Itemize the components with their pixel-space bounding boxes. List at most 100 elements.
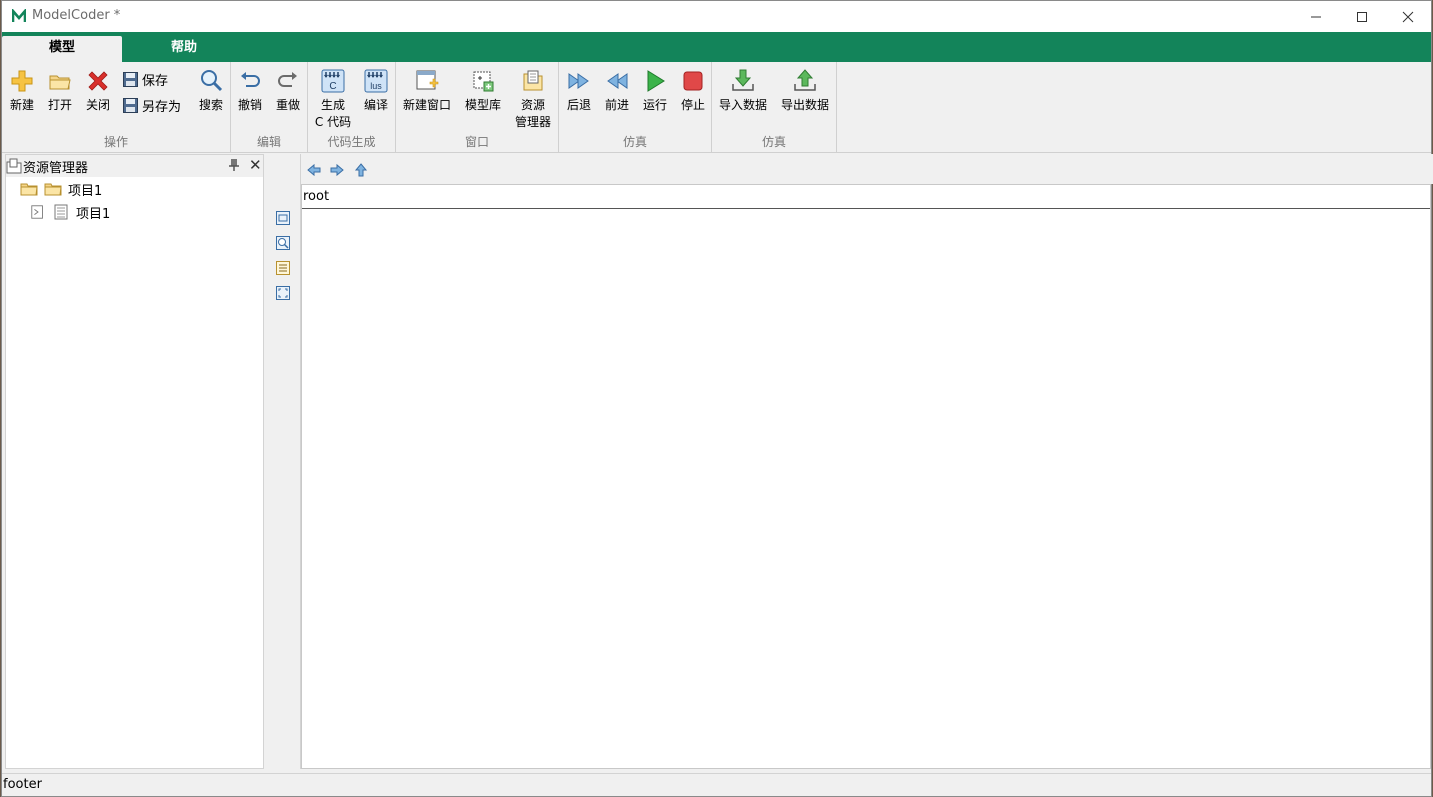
group-window: 新建窗口 模型库 资源 管理器 窗口 bbox=[396, 62, 559, 153]
save-label: 保存 bbox=[142, 73, 169, 89]
export-data-label: 导出数据 bbox=[780, 98, 829, 112]
nav-up-icon[interactable] bbox=[353, 162, 369, 178]
model-library-button[interactable]: 模型库 bbox=[463, 68, 503, 114]
gen-c-label-line1: 生成 bbox=[320, 98, 345, 112]
import-icon bbox=[732, 69, 754, 91]
undo-icon bbox=[241, 72, 260, 87]
folder-open-icon bbox=[49, 75, 71, 90]
gen-c-icon-text: C bbox=[329, 81, 336, 92]
group-simulation: 后退 前进 运行 停止 仿真 bbox=[559, 62, 712, 153]
close-icon bbox=[1402, 11, 1414, 22]
open-label: 打开 bbox=[47, 98, 72, 112]
redo-label: 重做 bbox=[275, 98, 300, 112]
minimize-icon bbox=[1311, 16, 1321, 17]
explorer-button[interactable]: 资源 管理器 bbox=[513, 68, 553, 131]
new-window-label: 新建窗口 bbox=[402, 98, 451, 112]
run-label: 运行 bbox=[642, 98, 667, 112]
tab-help[interactable]: 帮助 bbox=[124, 36, 244, 62]
close-label: 关闭 bbox=[85, 98, 110, 112]
compile-button[interactable]: lus 编译 bbox=[360, 68, 392, 114]
plus-icon bbox=[11, 70, 33, 92]
new-window-button[interactable]: 新建窗口 bbox=[400, 68, 454, 114]
explorer-label-line1: 资源 bbox=[520, 98, 545, 112]
import-data-label: 导入数据 bbox=[718, 98, 767, 112]
group-label-operations: 操作 bbox=[103, 135, 128, 149]
new-window-icon bbox=[416, 70, 439, 90]
generate-c-code-button[interactable]: C 生成 C 代码 bbox=[313, 68, 353, 131]
new-label: 新建 bbox=[9, 98, 34, 112]
undo-button[interactable]: 撤销 bbox=[235, 68, 265, 114]
model-library-label: 模型库 bbox=[464, 98, 501, 112]
nav-back-icon[interactable] bbox=[306, 162, 322, 178]
pin-icon[interactable] bbox=[228, 158, 240, 172]
save-button[interactable]: 保存 bbox=[122, 69, 168, 89]
compile-icon: lus bbox=[364, 69, 388, 93]
export-icon bbox=[794, 69, 816, 91]
generate-c-icon: C bbox=[321, 69, 345, 93]
forward-button[interactable]: 前进 bbox=[601, 68, 633, 114]
save-as-label: 另存为 bbox=[142, 99, 182, 115]
open-button[interactable]: 打开 bbox=[45, 68, 75, 114]
group-label-window: 窗口 bbox=[464, 135, 489, 149]
search-button[interactable]: 搜索 bbox=[196, 68, 226, 114]
close-window-button[interactable] bbox=[1385, 1, 1431, 32]
group-data: 导入数据 导出数据 仿真 bbox=[712, 62, 837, 153]
close-panel-icon[interactable]: ✕ bbox=[249, 156, 262, 174]
import-data-button[interactable]: 导入数据 bbox=[716, 68, 770, 114]
group-codegen: C 生成 C 代码 lus 编译 代码生成 bbox=[308, 62, 396, 153]
app-logo-icon bbox=[12, 9, 26, 22]
group-label-simulation: 仿真 bbox=[622, 135, 647, 149]
app-window: ModelCoder * 模型 帮助 新建 打开 关闭 保存 另存为 搜索 操作… bbox=[1, 0, 1433, 797]
fullscreen-icon[interactable] bbox=[275, 285, 291, 301]
ribbon-tab-bar: 模型 帮助 bbox=[2, 32, 1431, 62]
ribbon: 新建 打开 关闭 保存 另存为 搜索 操作 撤销 重做 编辑 C 生成 C 代码… bbox=[2, 62, 1431, 153]
status-bar: footer bbox=[2, 773, 1431, 796]
window-title: ModelCoder * bbox=[32, 8, 121, 23]
maximize-icon bbox=[1357, 11, 1367, 22]
stop-icon bbox=[683, 71, 703, 91]
gen-c-label-line2: C 代码 bbox=[314, 115, 352, 129]
group-operations: 新建 打开 关闭 保存 另存为 搜索 操作 bbox=[2, 62, 231, 153]
save-as-icon bbox=[123, 97, 138, 113]
save-as-button[interactable]: 另存为 bbox=[122, 95, 181, 115]
title-bar: ModelCoder * bbox=[2, 1, 1431, 32]
model-canvas[interactable]: root bbox=[301, 184, 1431, 769]
folder-icon bbox=[44, 183, 62, 196]
explorer-title: 资源管理器 bbox=[23, 160, 89, 176]
tree-item-label: 项目1 bbox=[68, 183, 103, 199]
redo-button[interactable]: 重做 bbox=[273, 68, 303, 114]
close-button[interactable]: 关闭 bbox=[83, 68, 113, 114]
nav-forward-icon[interactable] bbox=[329, 162, 345, 178]
model-node-icon bbox=[31, 205, 43, 219]
back-label: 后退 bbox=[566, 98, 591, 112]
new-button[interactable]: 新建 bbox=[7, 68, 37, 114]
breadcrumb[interactable]: root bbox=[302, 185, 1430, 209]
export-data-button[interactable]: 导出数据 bbox=[778, 68, 832, 114]
save-icon bbox=[123, 71, 138, 87]
tree-item-project-folder[interactable]: 项目1 bbox=[20, 179, 102, 199]
stop-button[interactable]: 停止 bbox=[677, 68, 709, 114]
redo-icon bbox=[278, 72, 297, 87]
explorer-icon bbox=[523, 70, 543, 91]
properties-icon[interactable] bbox=[275, 260, 291, 276]
back-button[interactable]: 后退 bbox=[563, 68, 595, 114]
tree-item-label: 项目1 bbox=[76, 206, 111, 222]
run-button[interactable]: 运行 bbox=[639, 68, 671, 114]
tab-model[interactable]: 模型 bbox=[2, 36, 122, 62]
group-edit: 撤销 重做 编辑 bbox=[231, 62, 308, 153]
group-label-edit: 编辑 bbox=[256, 135, 281, 149]
model-library-icon bbox=[473, 71, 494, 92]
fit-view-icon[interactable] bbox=[275, 210, 291, 226]
maximize-button[interactable] bbox=[1339, 1, 1385, 32]
tree-item-project-file[interactable]: 项目1 bbox=[30, 202, 110, 222]
rewind-icon bbox=[607, 73, 628, 89]
editor-nav-bar bbox=[302, 154, 1433, 184]
undo-label: 撤销 bbox=[237, 98, 262, 112]
zoom-in-icon[interactable] bbox=[275, 235, 291, 251]
magnifier-icon bbox=[201, 70, 223, 92]
minimize-button[interactable] bbox=[1293, 1, 1339, 32]
play-icon bbox=[647, 70, 665, 92]
fast-forward-icon bbox=[568, 73, 589, 89]
forward-label: 前进 bbox=[604, 98, 629, 112]
compile-label: 编译 bbox=[363, 98, 388, 112]
